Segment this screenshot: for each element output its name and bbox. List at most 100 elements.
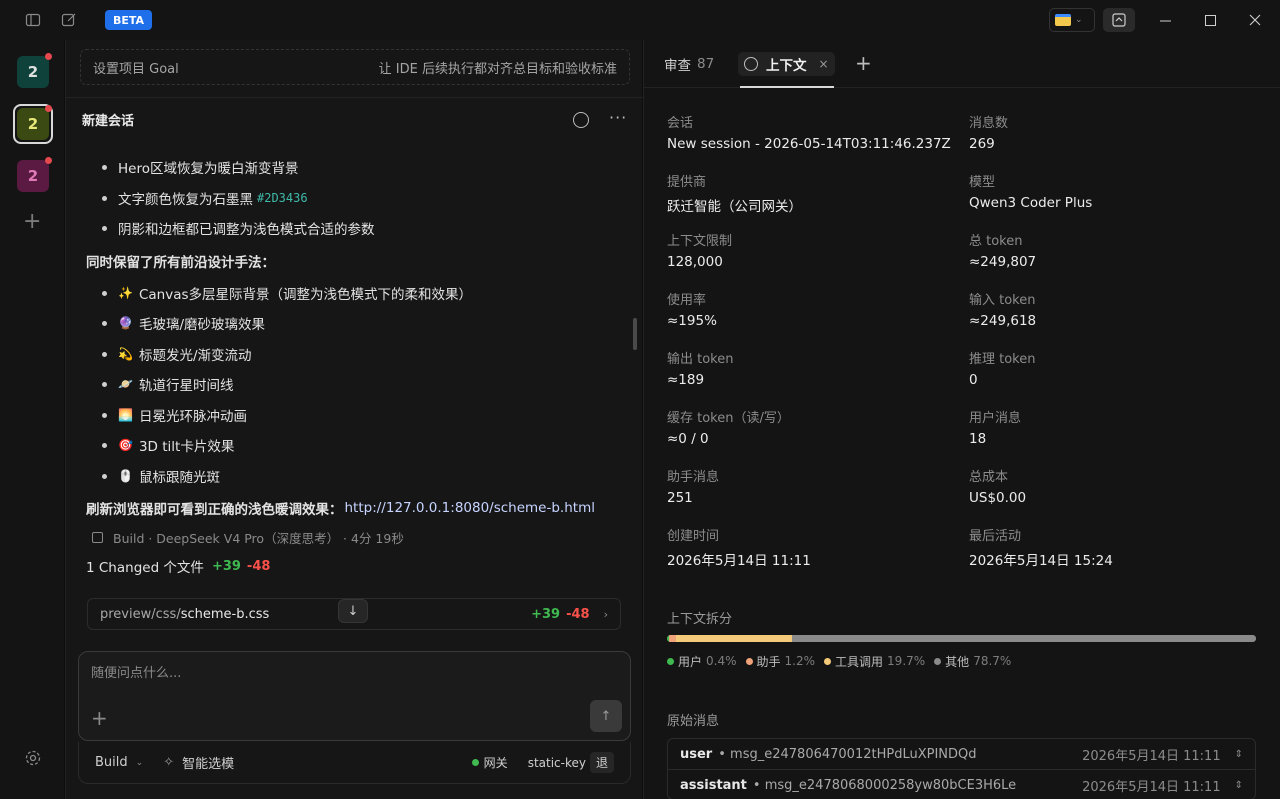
legend-dot bbox=[667, 657, 674, 665]
project-goal-bar[interactable]: 设置项目 Goal 让 IDE 后续执行都对齐总目标和验收标准 bbox=[80, 49, 630, 85]
chat-input[interactable] bbox=[91, 662, 591, 684]
circle-icon bbox=[744, 57, 758, 71]
legend-percent: 78.7% bbox=[973, 654, 1012, 668]
more-options-icon[interactable]: ··· bbox=[609, 108, 627, 127]
raw-message-row[interactable]: assistant • msg_e2478068000258yw80bCE3H6… bbox=[668, 770, 1255, 799]
field-label: 推理 token bbox=[969, 352, 1036, 367]
maximize-button[interactable] bbox=[1187, 0, 1233, 40]
panel-toggle-button[interactable] bbox=[1103, 8, 1135, 32]
raw-messages-label: 原始消息 bbox=[667, 714, 720, 729]
workspace-3[interactable]: 2 bbox=[17, 157, 52, 192]
workspace-1[interactable]: 2 bbox=[17, 53, 52, 88]
field-value: 128,000 bbox=[667, 254, 723, 270]
chat-title: 新建会话 bbox=[82, 114, 135, 129]
status-circle-icon[interactable] bbox=[573, 112, 589, 128]
composer: + ↑ bbox=[78, 651, 631, 741]
gateway-status: 网关 bbox=[471, 754, 508, 771]
field-label: 助手消息 bbox=[667, 470, 720, 485]
back-button[interactable]: 退 bbox=[589, 752, 614, 773]
mode-select[interactable]: Build ⌄ bbox=[95, 755, 143, 770]
tab-review[interactable]: 审查 87 bbox=[664, 52, 714, 76]
scroll-to-bottom-button[interactable]: ↓ bbox=[338, 599, 368, 623]
sunrise-icon: 🌅 bbox=[118, 407, 133, 422]
field-label: 创建时间 bbox=[667, 529, 720, 544]
field-value: 跃迁智能（公司网关） bbox=[667, 199, 802, 215]
active-tab-indicator bbox=[740, 86, 834, 88]
add-tab-icon[interactable]: + bbox=[855, 51, 872, 75]
raw-messages-list: user • msg_e247806470012tHPdLuXPINDQd 20… bbox=[667, 738, 1256, 799]
context-field: 用户消息 18 bbox=[969, 407, 1259, 453]
assistant-message: Hero区域恢复为暖白渐变背景 文字颜色恢复为石墨黑 #2D3436 阴影和边框都… bbox=[86, 152, 626, 583]
tab-context[interactable]: 上下文 × bbox=[738, 52, 835, 76]
raw-message-row[interactable]: user • msg_e247806470012tHPdLuXPINDQd 20… bbox=[668, 739, 1255, 770]
workspace-number: 2 bbox=[27, 115, 39, 133]
field-value: ≈189 bbox=[667, 372, 705, 388]
maximize-icon bbox=[1204, 14, 1216, 26]
workspace-2[interactable]: 2 bbox=[17, 105, 52, 140]
list-item: ✨ Canvas多层星际背景（调整为浅色模式下的柔和效果） bbox=[86, 278, 626, 309]
context-field: 总 token ≈249,807 bbox=[969, 230, 1259, 276]
chat-panel: 设置项目 Goal 让 IDE 后续执行都对齐总目标和验收标准 新建会话 ···… bbox=[65, 40, 643, 799]
workspace-number: 2 bbox=[27, 63, 39, 81]
context-field: 提供商 跃迁智能（公司网关） bbox=[667, 171, 957, 217]
field-label: 使用率 bbox=[667, 293, 707, 308]
list-item: 🔮 毛玻璃/磨砂玻璃效果 bbox=[86, 308, 626, 339]
minimize-button[interactable] bbox=[1142, 0, 1188, 40]
status-dot bbox=[471, 759, 479, 766]
field-value: 2026年5月14日 11:11 bbox=[667, 553, 811, 569]
close-window-button[interactable] bbox=[1232, 0, 1278, 40]
expand-icon[interactable]: ⇕ bbox=[1235, 749, 1243, 760]
notification-dot bbox=[45, 53, 52, 60]
paragraph: 同时保留了所有前沿设计手法： bbox=[86, 254, 275, 271]
preview-link[interactable]: http://127.0.0.1:8080/scheme-b.html bbox=[345, 500, 595, 516]
field-label: 模型 bbox=[969, 175, 996, 190]
raw-message-id: • msg_e2478068000258yw80bCE3H6Le bbox=[752, 777, 1017, 793]
goal-label: 设置项目 Goal bbox=[93, 61, 179, 77]
field-label: 总 token bbox=[969, 234, 1023, 249]
composer-toolbar: Build ⌄ ✧ 智能选模 网关 static-key 退 bbox=[78, 742, 631, 784]
settings-icon[interactable] bbox=[24, 749, 42, 771]
smart-model-button[interactable]: ✧ 智能选模 bbox=[163, 753, 234, 772]
list-item: 文字颜色恢复为石墨黑 #2D3436 bbox=[86, 183, 626, 214]
raw-message-id: • msg_e247806470012tHPdLuXPINDQd bbox=[718, 746, 977, 762]
context-field: 推理 token 0 bbox=[969, 348, 1259, 394]
attach-plus-icon[interactable]: + bbox=[91, 706, 108, 730]
field-label: 会话 bbox=[667, 116, 694, 131]
field-label: 消息数 bbox=[969, 116, 1009, 131]
legend-name: 用户 bbox=[678, 654, 703, 669]
expand-icon[interactable]: ⇕ bbox=[1235, 780, 1243, 791]
context-breakdown-bar bbox=[667, 635, 1256, 642]
field-value: ≈249,618 bbox=[969, 313, 1037, 329]
scrollbar-thumb[interactable] bbox=[633, 318, 637, 350]
message-meta: Build · DeepSeek V4 Pro（深度思考） · 4分 19秒 bbox=[86, 525, 626, 549]
changed-files-summary: 1 Changed 个文件 +39 -48 bbox=[86, 558, 271, 577]
field-label: 输入 token bbox=[969, 293, 1036, 308]
context-field: 输出 token ≈189 bbox=[667, 348, 957, 394]
explorer-dropdown[interactable]: ⌄ bbox=[1049, 8, 1095, 32]
field-label: 总成本 bbox=[969, 470, 1009, 485]
crystal-ball-icon: 🔮 bbox=[118, 316, 133, 331]
copy-icon[interactable] bbox=[92, 531, 103, 543]
new-note-icon[interactable] bbox=[60, 11, 78, 29]
breakdown-legend: 用户 0.4% 助手 1.2% 工具调用 19.7% 其他 78.7% bbox=[667, 653, 1020, 669]
context-field: 模型 Qwen3 Coder Plus bbox=[969, 171, 1259, 217]
list-item: 🎯 3D tilt卡片效果 bbox=[86, 430, 626, 461]
dizzy-icon: 💫 bbox=[118, 346, 133, 361]
sidebar-toggle-icon[interactable] bbox=[24, 11, 42, 29]
field-label: 上下文限制 bbox=[667, 234, 733, 249]
mouse-icon: 🖱️ bbox=[118, 468, 133, 483]
close-tab-icon[interactable]: × bbox=[819, 57, 829, 71]
beta-badge: BETA bbox=[105, 10, 153, 30]
goal-hint: 让 IDE 后续执行都对齐总目标和验收标准 bbox=[378, 61, 617, 77]
legend-percent: 0.4% bbox=[706, 654, 737, 668]
minimize-icon bbox=[1159, 20, 1171, 21]
key-label: static-key bbox=[527, 755, 586, 770]
send-button[interactable]: ↑ bbox=[590, 700, 622, 732]
context-field: 缓存 token（读/写） ≈0 / 0 bbox=[667, 407, 957, 453]
context-field: 输入 token ≈249,618 bbox=[969, 289, 1259, 335]
add-workspace-icon[interactable]: + bbox=[23, 211, 41, 233]
context-field: 消息数 269 bbox=[969, 112, 1259, 158]
legend-name: 其他 bbox=[945, 654, 970, 669]
file-dir: preview/css/ bbox=[100, 606, 181, 622]
legend-dot bbox=[824, 657, 832, 665]
